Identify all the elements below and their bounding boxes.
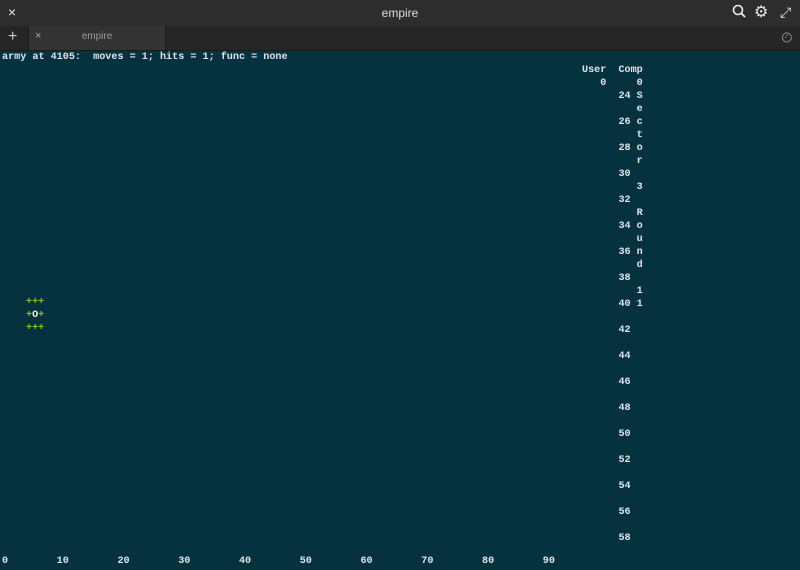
panel-line: 38	[582, 273, 631, 284]
panel-line: 42	[582, 325, 631, 336]
panel-line: 30	[582, 169, 631, 180]
panel-line: e	[582, 104, 643, 115]
panel-line: 56	[582, 507, 631, 518]
panel-line: u	[582, 234, 643, 245]
panel-line: 54	[582, 481, 631, 492]
panel-line: 58	[582, 533, 631, 544]
tab-empire[interactable]: × empire	[28, 26, 166, 50]
gear-icon[interactable]: ⚙	[754, 2, 768, 22]
panel-line: 40 1	[582, 299, 643, 310]
army-row: +++	[26, 323, 44, 334]
window-title: empire	[0, 6, 800, 20]
title-bar: × empire ⚙ ⤢	[0, 0, 800, 26]
panel-line: t	[582, 130, 643, 141]
army-unit-map: +++ +O+ +++	[26, 296, 44, 335]
panel-line: 50	[582, 429, 631, 440]
panel-line: User Comp	[582, 65, 643, 76]
panel-line: R	[582, 208, 643, 219]
tab-bar: + × empire 🕘︎	[0, 26, 800, 51]
panel-line: d	[582, 260, 643, 271]
panel-line: 36 n	[582, 247, 643, 258]
panel-line: 28 o	[582, 143, 643, 154]
panel-line: 1	[582, 286, 643, 297]
panel-line: 52	[582, 455, 631, 466]
history-icon[interactable]: 🕘︎	[782, 30, 792, 46]
tab-label: empire	[29, 31, 165, 42]
army-row: +O+	[26, 310, 44, 321]
panel-line: 26 c	[582, 117, 643, 128]
panel-line: 48	[582, 403, 631, 414]
search-icon[interactable]	[732, 4, 746, 21]
panel-line: 34 o	[582, 221, 643, 232]
panel-line: 46	[582, 377, 631, 388]
panel-line: 3	[582, 182, 643, 193]
x-axis-labels: 0 10 20 30 40 50 60 70 80 90	[2, 555, 555, 568]
panel-line: 24 S	[582, 91, 643, 102]
new-tab-button[interactable]: +	[8, 28, 17, 46]
maximize-icon[interactable]: ⤢	[780, 4, 791, 21]
status-line: army at 4105: moves = 1; hits = 1; func …	[2, 51, 288, 64]
panel-line: r	[582, 156, 643, 167]
panel-line: 0 0	[582, 78, 643, 89]
army-row: +++	[26, 297, 44, 308]
panel-line: 44	[582, 351, 631, 362]
panel-line: 32	[582, 195, 631, 206]
info-panel: User Comp 0 0 24 S e 26 c t 28 o r 30 3 …	[582, 64, 643, 545]
